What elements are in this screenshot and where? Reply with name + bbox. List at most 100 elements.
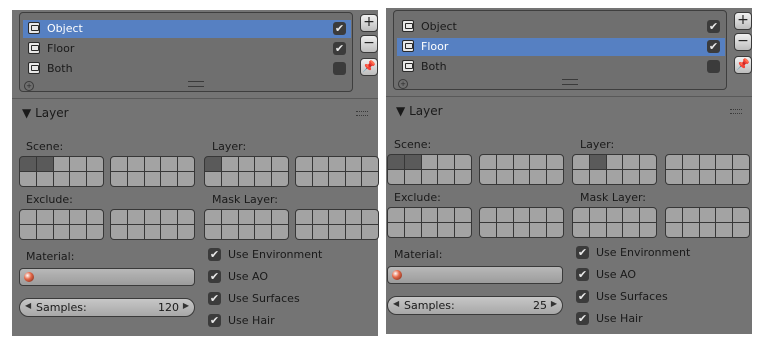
add-render-layer-button[interactable]: + <box>734 12 752 30</box>
render-layers-grid-b[interactable] <box>665 154 750 185</box>
render-layers-grid-a[interactable] <box>572 154 657 185</box>
render-layer-icon <box>28 22 40 34</box>
option-label: Use Environment <box>596 246 691 259</box>
material-label: Material: <box>394 248 443 261</box>
render-layer-row-floor[interactable]: Floor ✔ <box>397 38 725 56</box>
exclude-layers-grid-a[interactable] <box>387 207 472 238</box>
mask-layers-grid-b[interactable] <box>295 209 379 240</box>
resize-grip[interactable] <box>188 81 204 87</box>
render-layers-panel-right: Object ✔ Floor ✔ Both + + − 📌 ▼ Layer Sc… <box>386 8 752 334</box>
decrement-arrow-icon[interactable]: ◀ <box>25 301 31 310</box>
render-layer-checkbox[interactable]: ✔ <box>707 20 720 33</box>
checkbox[interactable]: ✔ <box>208 270 221 283</box>
exclude-layers-grid-b[interactable] <box>479 207 564 238</box>
render-layer-name: Floor <box>47 42 75 55</box>
option-label: Use AO <box>228 270 269 283</box>
add-circle-icon[interactable]: + <box>24 81 34 91</box>
exclude-label: Exclude: <box>394 191 441 204</box>
mask-layers-grid-a[interactable] <box>572 207 657 238</box>
scene-layers-grid-a[interactable] <box>19 156 104 187</box>
layer-section-title: Layer <box>409 104 443 118</box>
scene-layers-grid-b[interactable] <box>110 156 195 187</box>
layer-section-header[interactable]: ▼ Layer <box>22 106 69 120</box>
render-layer-row-object[interactable]: Object ✔ <box>397 18 725 36</box>
render-layer-icon <box>402 40 414 52</box>
pin-icon[interactable]: 📌 <box>360 58 378 76</box>
checkbox[interactable]: ✔ <box>208 248 221 261</box>
render-layers-panel-left: Object ✔ Floor ✔ Both + + − 📌 ▼ Layer Sc… <box>12 10 379 336</box>
material-field[interactable] <box>387 266 563 284</box>
resize-grip[interactable] <box>562 79 578 85</box>
remove-render-layer-button[interactable]: − <box>734 33 752 51</box>
option-label: Use Surfaces <box>228 292 300 305</box>
render-layer-checkbox[interactable]: ✔ <box>333 42 346 55</box>
option-label: Use AO <box>596 268 637 281</box>
render-layer-list: Object ✔ Floor ✔ Both + <box>19 12 353 92</box>
checkbox[interactable]: ✔ <box>208 314 221 327</box>
exclude-layers-grid-b[interactable] <box>110 209 195 240</box>
mask-layers-grid-a[interactable] <box>204 209 289 240</box>
samples-label: Samples: <box>36 301 87 314</box>
layer-section-title: Layer <box>35 106 69 120</box>
render-layer-checkbox[interactable]: ✔ <box>707 40 720 53</box>
render-layers-grid-a[interactable] <box>204 156 289 187</box>
render-layer-icon <box>28 62 40 74</box>
divider <box>12 98 378 99</box>
add-circle-icon[interactable]: + <box>398 79 408 89</box>
layer-label: Layer: <box>580 138 615 151</box>
material-sphere-icon <box>24 272 34 282</box>
drag-grip-icon[interactable] <box>730 109 742 114</box>
render-layer-checkbox[interactable] <box>707 60 720 73</box>
mask-layer-label: Mask Layer: <box>212 193 279 206</box>
divider <box>386 96 752 97</box>
checkbox[interactable]: ✔ <box>576 246 589 259</box>
option-label: Use Surfaces <box>596 290 668 303</box>
triangle-down-icon: ▼ <box>396 104 406 118</box>
checkbox[interactable]: ✔ <box>576 312 589 325</box>
checkbox[interactable]: ✔ <box>576 268 589 281</box>
pin-icon[interactable]: 📌 <box>734 56 752 74</box>
render-layer-name: Floor <box>421 40 449 53</box>
exclude-label: Exclude: <box>26 193 73 206</box>
layer-section-header[interactable]: ▼ Layer <box>396 104 443 118</box>
scene-layers-grid-b[interactable] <box>479 154 564 185</box>
render-layer-name: Both <box>421 60 447 73</box>
render-layer-icon <box>402 20 414 32</box>
checkbox[interactable]: ✔ <box>208 292 221 305</box>
scene-label: Scene: <box>26 140 64 153</box>
render-layer-name: Object <box>47 22 83 35</box>
render-layer-row-both[interactable]: Both <box>397 58 725 76</box>
remove-render-layer-button[interactable]: − <box>360 35 378 53</box>
samples-field[interactable]: ◀ Samples: 25 ▶ <box>387 296 563 315</box>
option-label: Use Hair <box>228 314 275 327</box>
render-layer-row-object[interactable]: Object ✔ <box>23 20 351 38</box>
scene-layers-grid-a[interactable] <box>387 154 472 185</box>
increment-arrow-icon[interactable]: ▶ <box>183 301 189 310</box>
render-layer-checkbox[interactable]: ✔ <box>333 22 346 35</box>
checkbox[interactable]: ✔ <box>576 290 589 303</box>
render-layer-icon <box>28 42 40 54</box>
layer-label: Layer: <box>212 140 247 153</box>
scene-label: Scene: <box>394 138 432 151</box>
samples-value: 120 <box>158 301 179 314</box>
decrement-arrow-icon[interactable]: ◀ <box>393 299 399 308</box>
render-layer-checkbox[interactable] <box>333 62 346 75</box>
triangle-down-icon: ▼ <box>22 106 32 120</box>
material-field[interactable] <box>19 268 195 286</box>
material-sphere-icon <box>392 270 402 280</box>
render-layer-icon <box>402 60 414 72</box>
render-layer-name: Both <box>47 62 73 75</box>
mask-layers-grid-b[interactable] <box>665 207 750 238</box>
render-layer-list: Object ✔ Floor ✔ Both + <box>393 10 727 90</box>
option-label: Use Environment <box>228 248 323 261</box>
option-label: Use Hair <box>596 312 643 325</box>
render-layer-row-floor[interactable]: Floor ✔ <box>23 40 351 58</box>
samples-field[interactable]: ◀ Samples: 120 ▶ <box>19 298 195 317</box>
render-layers-grid-b[interactable] <box>295 156 379 187</box>
increment-arrow-icon[interactable]: ▶ <box>551 299 557 308</box>
exclude-layers-grid-a[interactable] <box>19 209 104 240</box>
samples-value: 25 <box>533 299 547 312</box>
render-layer-row-both[interactable]: Both <box>23 60 351 78</box>
drag-grip-icon[interactable] <box>356 111 368 116</box>
add-render-layer-button[interactable]: + <box>360 14 378 32</box>
